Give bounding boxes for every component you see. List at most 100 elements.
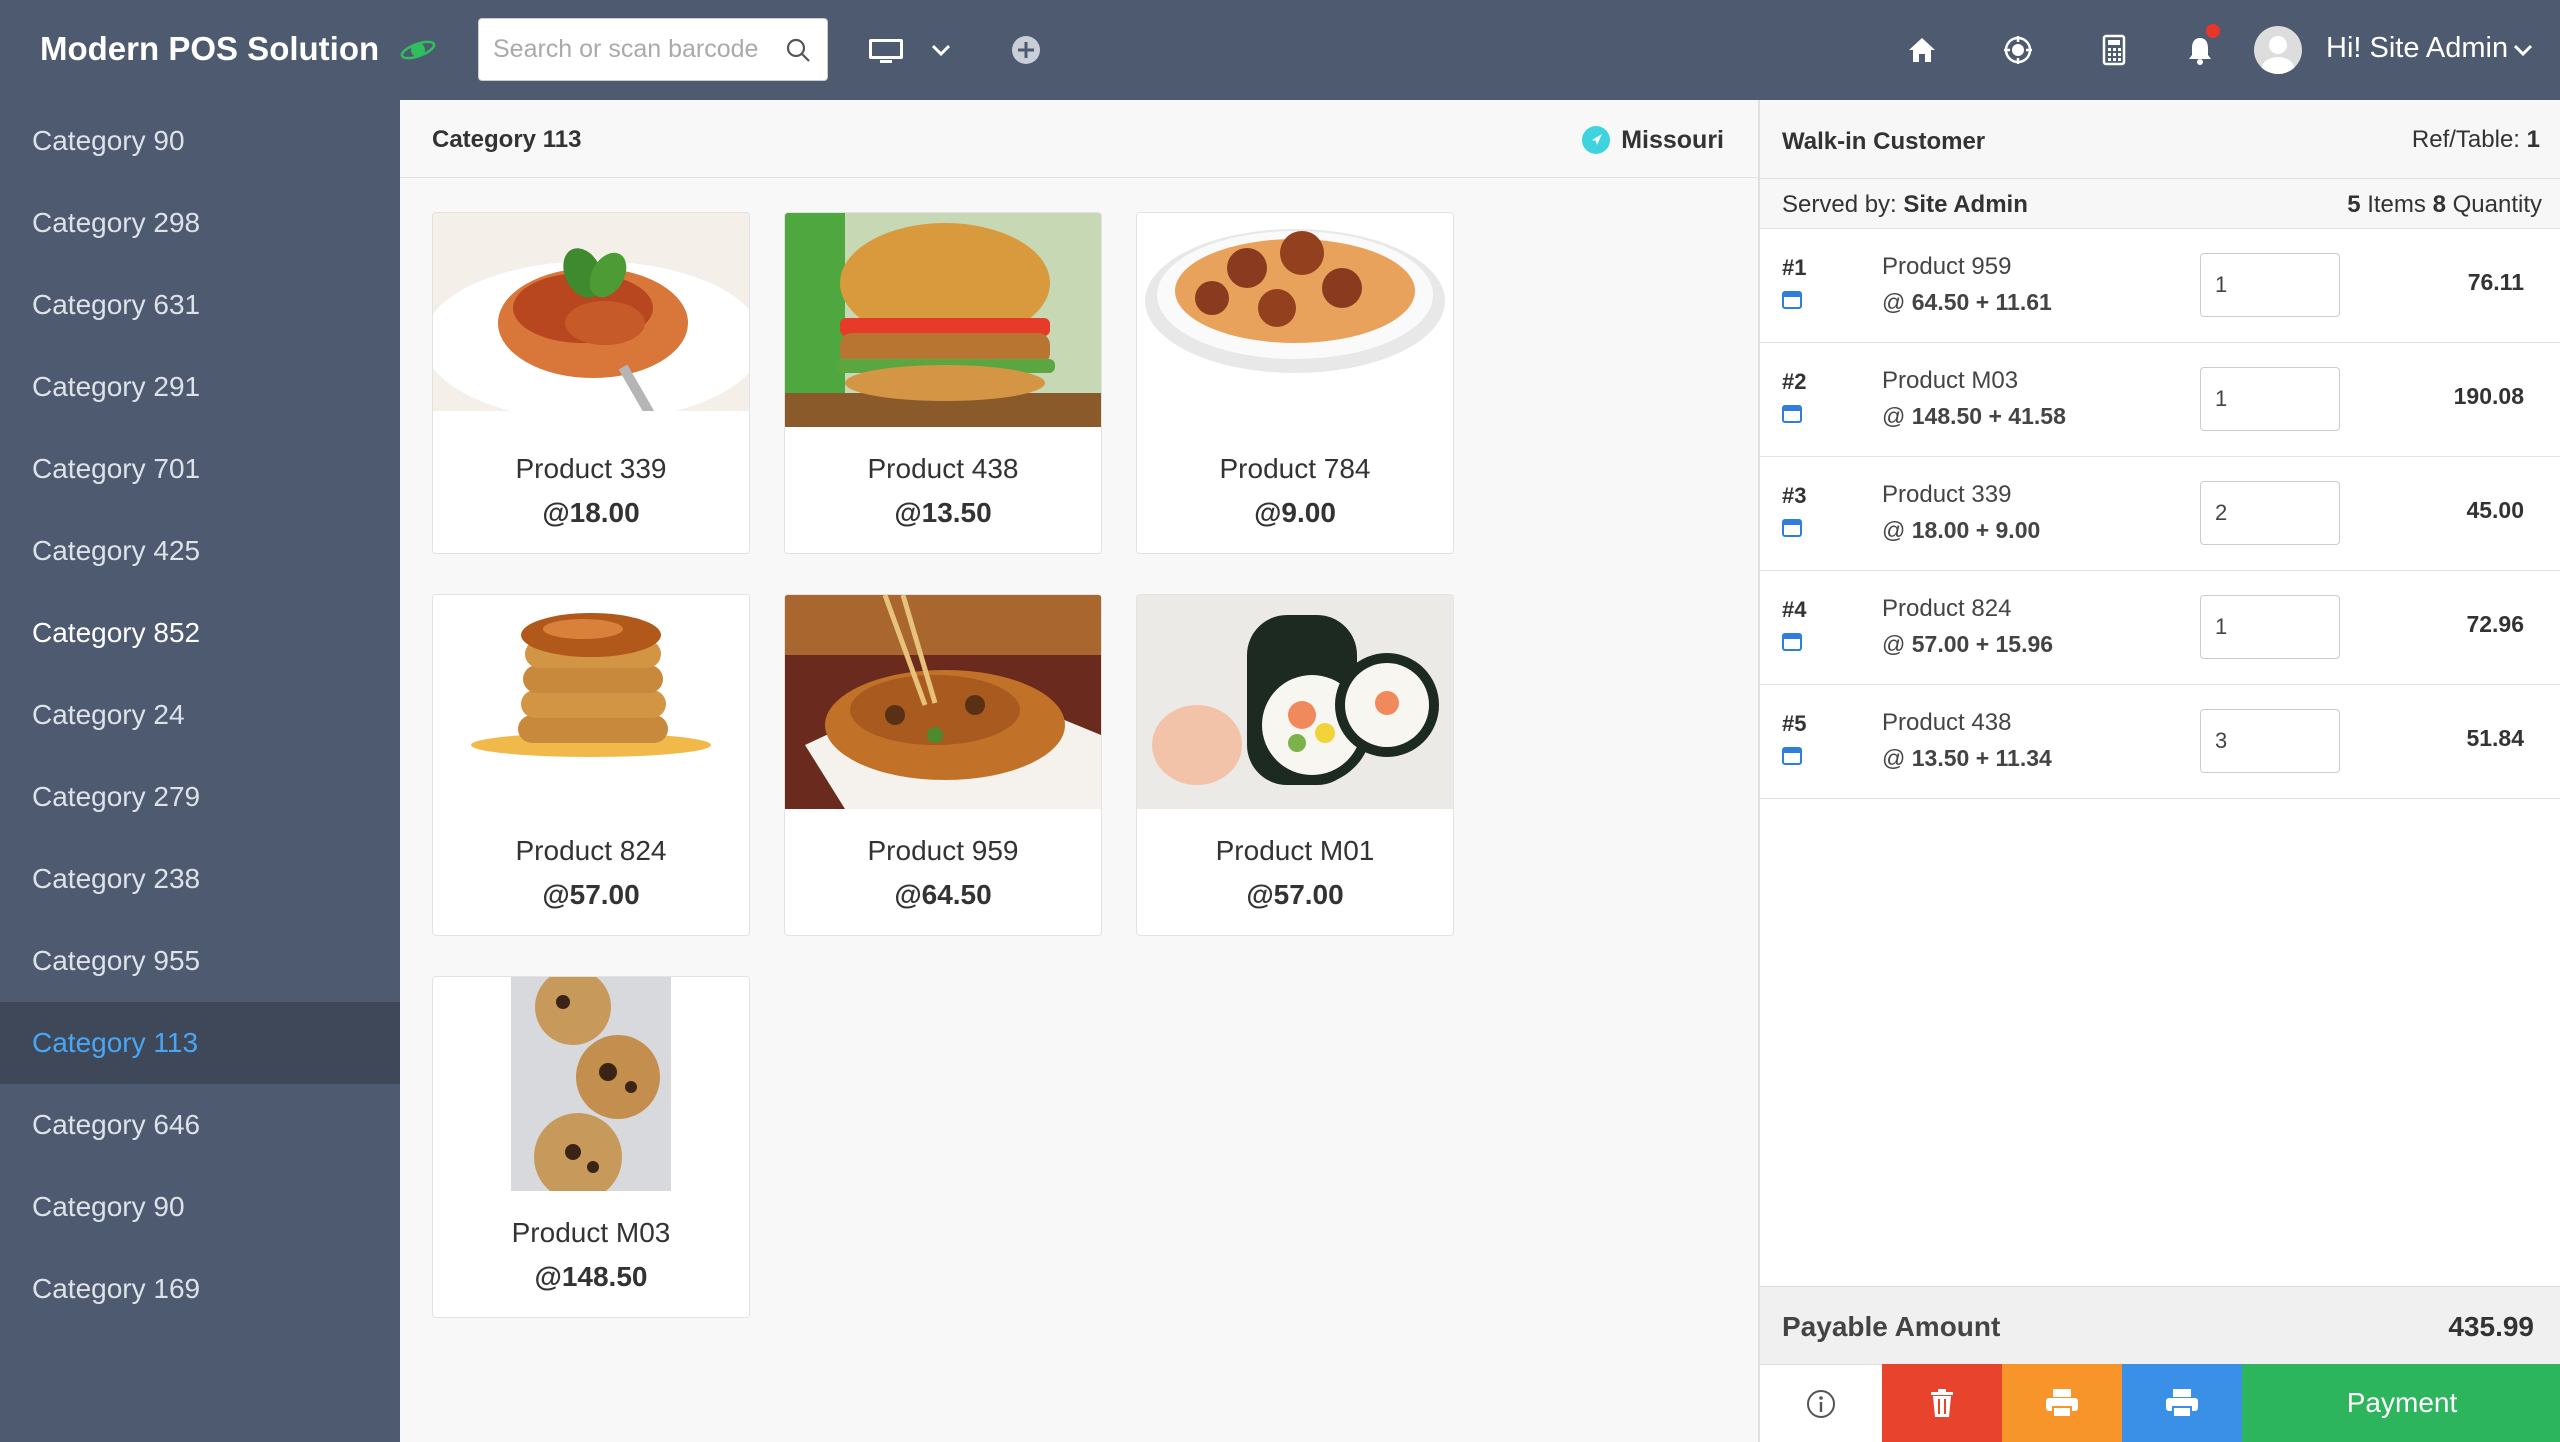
sidebar-item-category-238[interactable]: Category 238 [0, 838, 400, 920]
quantity-input[interactable] [2200, 481, 2340, 545]
line-number: #4 [1782, 597, 1807, 622]
product-area-header: Category 113 Missouri [400, 100, 1758, 178]
line-unit-price: @ 13.50 + 11.34 [1882, 745, 2052, 772]
order-line: #3 Product 339 @ 18.00 + 9.00 45.00 [1760, 457, 2560, 571]
monitor-icon[interactable] [868, 38, 904, 64]
chevron-down-icon[interactable] [930, 40, 952, 60]
pancakes-image [433, 595, 749, 759]
user-greeting[interactable]: Hi! Site Admin [2326, 32, 2508, 65]
product-card[interactable]: Product 784 @9.00 [1136, 212, 1454, 554]
product-name: Product 438 [867, 453, 1019, 484]
location-name: Missouri [1621, 125, 1724, 154]
edit-window-icon[interactable] [1782, 291, 1802, 309]
bell-icon[interactable] [2184, 34, 2216, 66]
home-icon[interactable] [1906, 34, 1938, 66]
product-name: Product M01 [1215, 835, 1375, 866]
sidebar-item-category-852[interactable]: Category 852 [0, 592, 400, 674]
line-unit-price: @ 148.50 + 41.58 [1882, 403, 2066, 430]
spaghetti-bolognese-image [433, 213, 749, 411]
sidebar-item-category-631[interactable]: Category 631 [0, 264, 400, 346]
product-name: Product 339 [515, 453, 667, 484]
order-header: Walk-in Customer Ref/Table: 1 [1760, 100, 2560, 179]
product-name: Product 959 [867, 835, 1019, 866]
product-card[interactable]: Product 438 @13.50 [784, 212, 1102, 554]
ref-label: Ref/Table: [2411, 126, 2520, 153]
location-selector[interactable]: Missouri [1581, 122, 1724, 158]
delete-order-button[interactable] [1882, 1364, 2002, 1442]
items-count: 5 [2347, 191, 2361, 218]
edit-window-icon[interactable] [1782, 633, 1802, 651]
line-product-name: Product 438 [1882, 709, 2012, 736]
sidebar-item-category-279[interactable]: Category 279 [0, 756, 400, 838]
line-unit-price: @ 64.50 + 11.61 [1882, 289, 2052, 316]
info-button[interactable] [1760, 1364, 1882, 1442]
sidebar-item-category-298[interactable]: Category 298 [0, 182, 400, 264]
search-icon[interactable] [785, 37, 811, 63]
notification-badge [2206, 24, 2220, 38]
quantity-input[interactable] [2200, 367, 2340, 431]
served-by: Served by: Site Admin [1782, 191, 2028, 219]
payment-button[interactable]: Payment [2242, 1364, 2560, 1442]
quantity-input[interactable] [2200, 595, 2340, 659]
order-counts: 5 Items 8 Quantity [2347, 191, 2542, 219]
line-number: #2 [1782, 369, 1807, 394]
line-total: 51.84 [2466, 725, 2524, 751]
brand-title[interactable]: Modern POS Solution [40, 30, 379, 68]
dashboard-icon[interactable] [2002, 34, 2034, 66]
sidebar-item-category-90-2[interactable]: Category 90 [0, 1166, 400, 1248]
sidebar-item-category-113[interactable]: Category 113 [0, 1002, 400, 1084]
sidebar-item-category-169[interactable]: Category 169 [0, 1248, 400, 1330]
edit-window-icon[interactable] [1782, 405, 1802, 423]
price-value: 64.50 + 11.61 [1911, 289, 2052, 315]
printer-icon [2166, 1389, 2198, 1418]
trash-icon [1931, 1389, 1953, 1417]
product-card[interactable]: Product 824 @57.00 [432, 594, 750, 936]
sushi-image [1137, 595, 1453, 809]
sidebar-item-category-701[interactable]: Category 701 [0, 428, 400, 510]
customer-name[interactable]: Walk-in Customer [1782, 128, 1985, 156]
spaghetti-meatballs-image [1137, 213, 1453, 383]
line-number: #3 [1782, 483, 1807, 508]
items-label: Items [2367, 191, 2426, 218]
info-icon [1807, 1390, 1835, 1418]
avatar[interactable] [2254, 26, 2302, 74]
served-label: Served by: [1782, 191, 1897, 218]
line-product-name: Product 339 [1882, 481, 2012, 508]
user-icon [2261, 36, 2295, 74]
print-order-button[interactable] [2002, 1364, 2122, 1442]
burger-image [785, 213, 1101, 427]
edit-window-icon[interactable] [1782, 519, 1802, 537]
sidebar-item-category-646[interactable]: Category 646 [0, 1084, 400, 1166]
edit-window-icon[interactable] [1782, 747, 1802, 765]
at-sign: @ [1882, 745, 1906, 771]
product-card[interactable]: Product 959 @64.50 [784, 594, 1102, 936]
sidebar-item-category-291[interactable]: Category 291 [0, 346, 400, 428]
order-line: #5 Product 438 @ 13.50 + 11.34 51.84 [1760, 685, 2560, 799]
sidebar-item-category-425[interactable]: Category 425 [0, 510, 400, 592]
product-card[interactable]: Product M01 @57.00 [1136, 594, 1454, 936]
sidebar-item-category-24[interactable]: Category 24 [0, 674, 400, 756]
print-bill-button[interactable] [2122, 1364, 2242, 1442]
chevron-down-icon[interactable] [2512, 40, 2534, 60]
product-price: @9.00 [1254, 497, 1336, 528]
add-circle-icon[interactable] [1010, 34, 1042, 66]
product-name: Product 784 [1219, 453, 1371, 484]
line-total: 190.08 [2453, 383, 2524, 409]
calculator-icon[interactable] [2098, 34, 2130, 66]
quantity-count: 8 [2432, 191, 2446, 218]
product-price: @13.50 [894, 497, 992, 528]
line-total: 76.11 [2467, 269, 2524, 295]
line-unit-price: @ 18.00 + 9.00 [1882, 517, 2040, 544]
payable-row: Payable Amount 435.99 [1760, 1286, 2560, 1364]
sidebar-item-category-90[interactable]: Category 90 [0, 100, 400, 182]
line-total: 72.96 [2466, 611, 2524, 637]
printer-icon [2046, 1389, 2078, 1418]
payable-amount: 435.99 [2448, 1311, 2534, 1342]
served-by-name: Site Admin [1903, 191, 2028, 218]
quantity-input[interactable] [2200, 253, 2340, 317]
search-input[interactable] [493, 19, 783, 80]
product-card[interactable]: Product M03 @148.50 [432, 976, 750, 1318]
product-card[interactable]: Product 339 @18.00 [432, 212, 750, 554]
sidebar-item-category-955[interactable]: Category 955 [0, 920, 400, 1002]
quantity-input[interactable] [2200, 709, 2340, 773]
